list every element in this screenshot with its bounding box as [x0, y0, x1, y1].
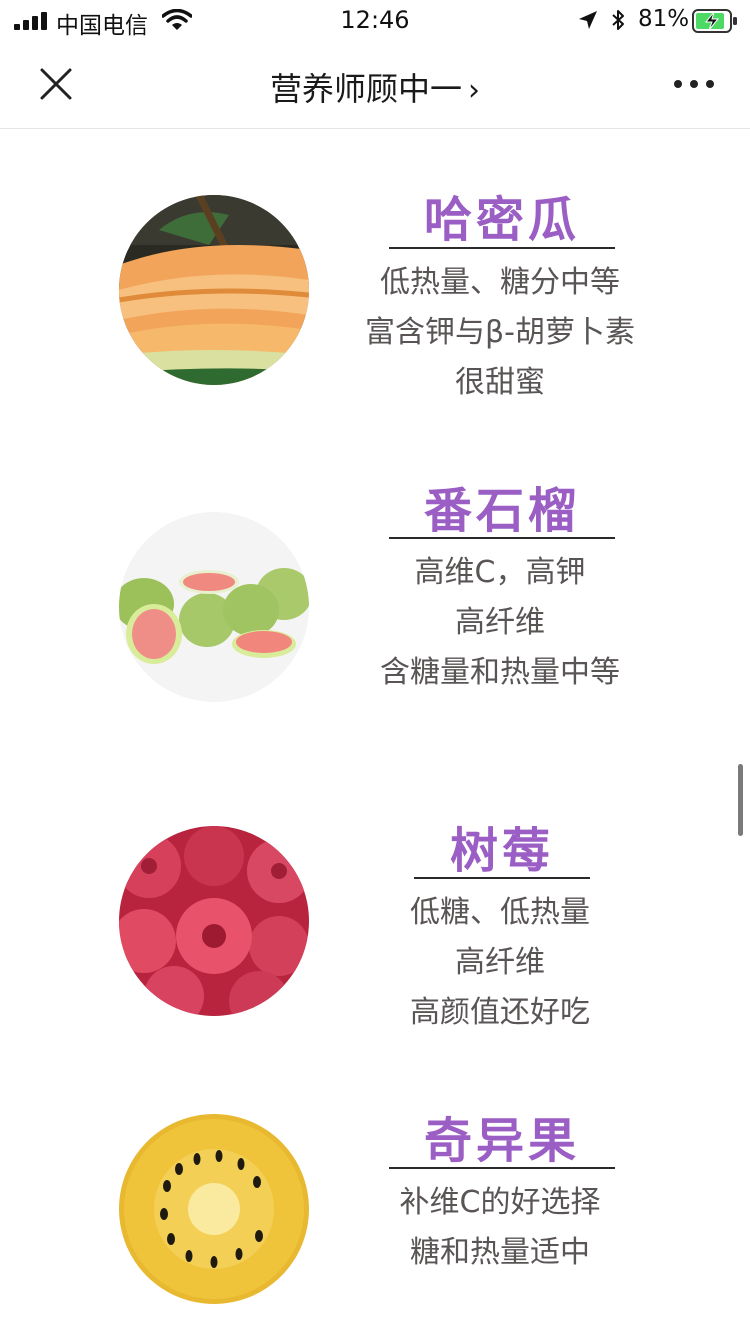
fruit-description: 低糖、低热量 高纤维 高颜值还好吃: [330, 888, 670, 1038]
desc-line: 高纤维: [455, 945, 545, 980]
kiwi-image: [119, 1114, 309, 1304]
guava-image: [119, 512, 309, 702]
desc-line: 高纤维: [455, 605, 545, 640]
fruit-description: 补维C的好选择 糖和热量适中: [330, 1178, 670, 1278]
divider: [389, 1167, 615, 1169]
fruit-description: 低热量、糖分中等 富含钾与β-胡萝卜素 很甜蜜: [330, 258, 670, 408]
desc-line: 低热量、糖分中等: [380, 265, 620, 300]
desc-line: 低糖、低热量: [410, 895, 590, 930]
fruit-name: 哈密瓜: [423, 192, 580, 248]
chevron-right-icon: ›: [468, 73, 480, 108]
desc-line: 高颜值还好吃: [410, 995, 590, 1030]
fruit-name: 树莓: [449, 823, 554, 879]
location-arrow-icon: [579, 11, 597, 29]
desc-line: 很甜蜜: [455, 365, 545, 400]
fruit-name: 番石榴: [423, 483, 580, 539]
status-bar: 中国电信 12:46 81%: [0, 0, 750, 40]
battery-charging-icon: [692, 9, 737, 33]
divider: [389, 247, 615, 249]
divider: [389, 537, 615, 539]
bluetooth-icon: [612, 10, 624, 30]
scrollbar[interactable]: [738, 764, 743, 836]
raspberry-image: [119, 826, 309, 1016]
fruit-name: 奇异果: [423, 1113, 580, 1169]
divider: [414, 877, 590, 879]
fruit-description: 高维C，高钾 高纤维 含糖量和热量中等: [330, 548, 670, 698]
desc-line: 富含钾与β-胡萝卜素: [365, 315, 635, 350]
desc-line: 补维C的好选择: [399, 1185, 601, 1220]
more-icon[interactable]: [672, 76, 716, 92]
desc-line: 高维C，高钾: [414, 555, 586, 590]
battery-percent: 81%: [638, 6, 690, 32]
page-title-text: 营养师顾中一: [269, 70, 462, 108]
desc-line: 糖和热量适中: [410, 1235, 590, 1270]
page-title[interactable]: 营养师顾中一 ›: [0, 64, 750, 110]
desc-line: 含糖量和热量中等: [380, 655, 620, 690]
nav-bar: 营养师顾中一 ›: [0, 40, 750, 129]
hami-melon-image: [119, 195, 309, 385]
